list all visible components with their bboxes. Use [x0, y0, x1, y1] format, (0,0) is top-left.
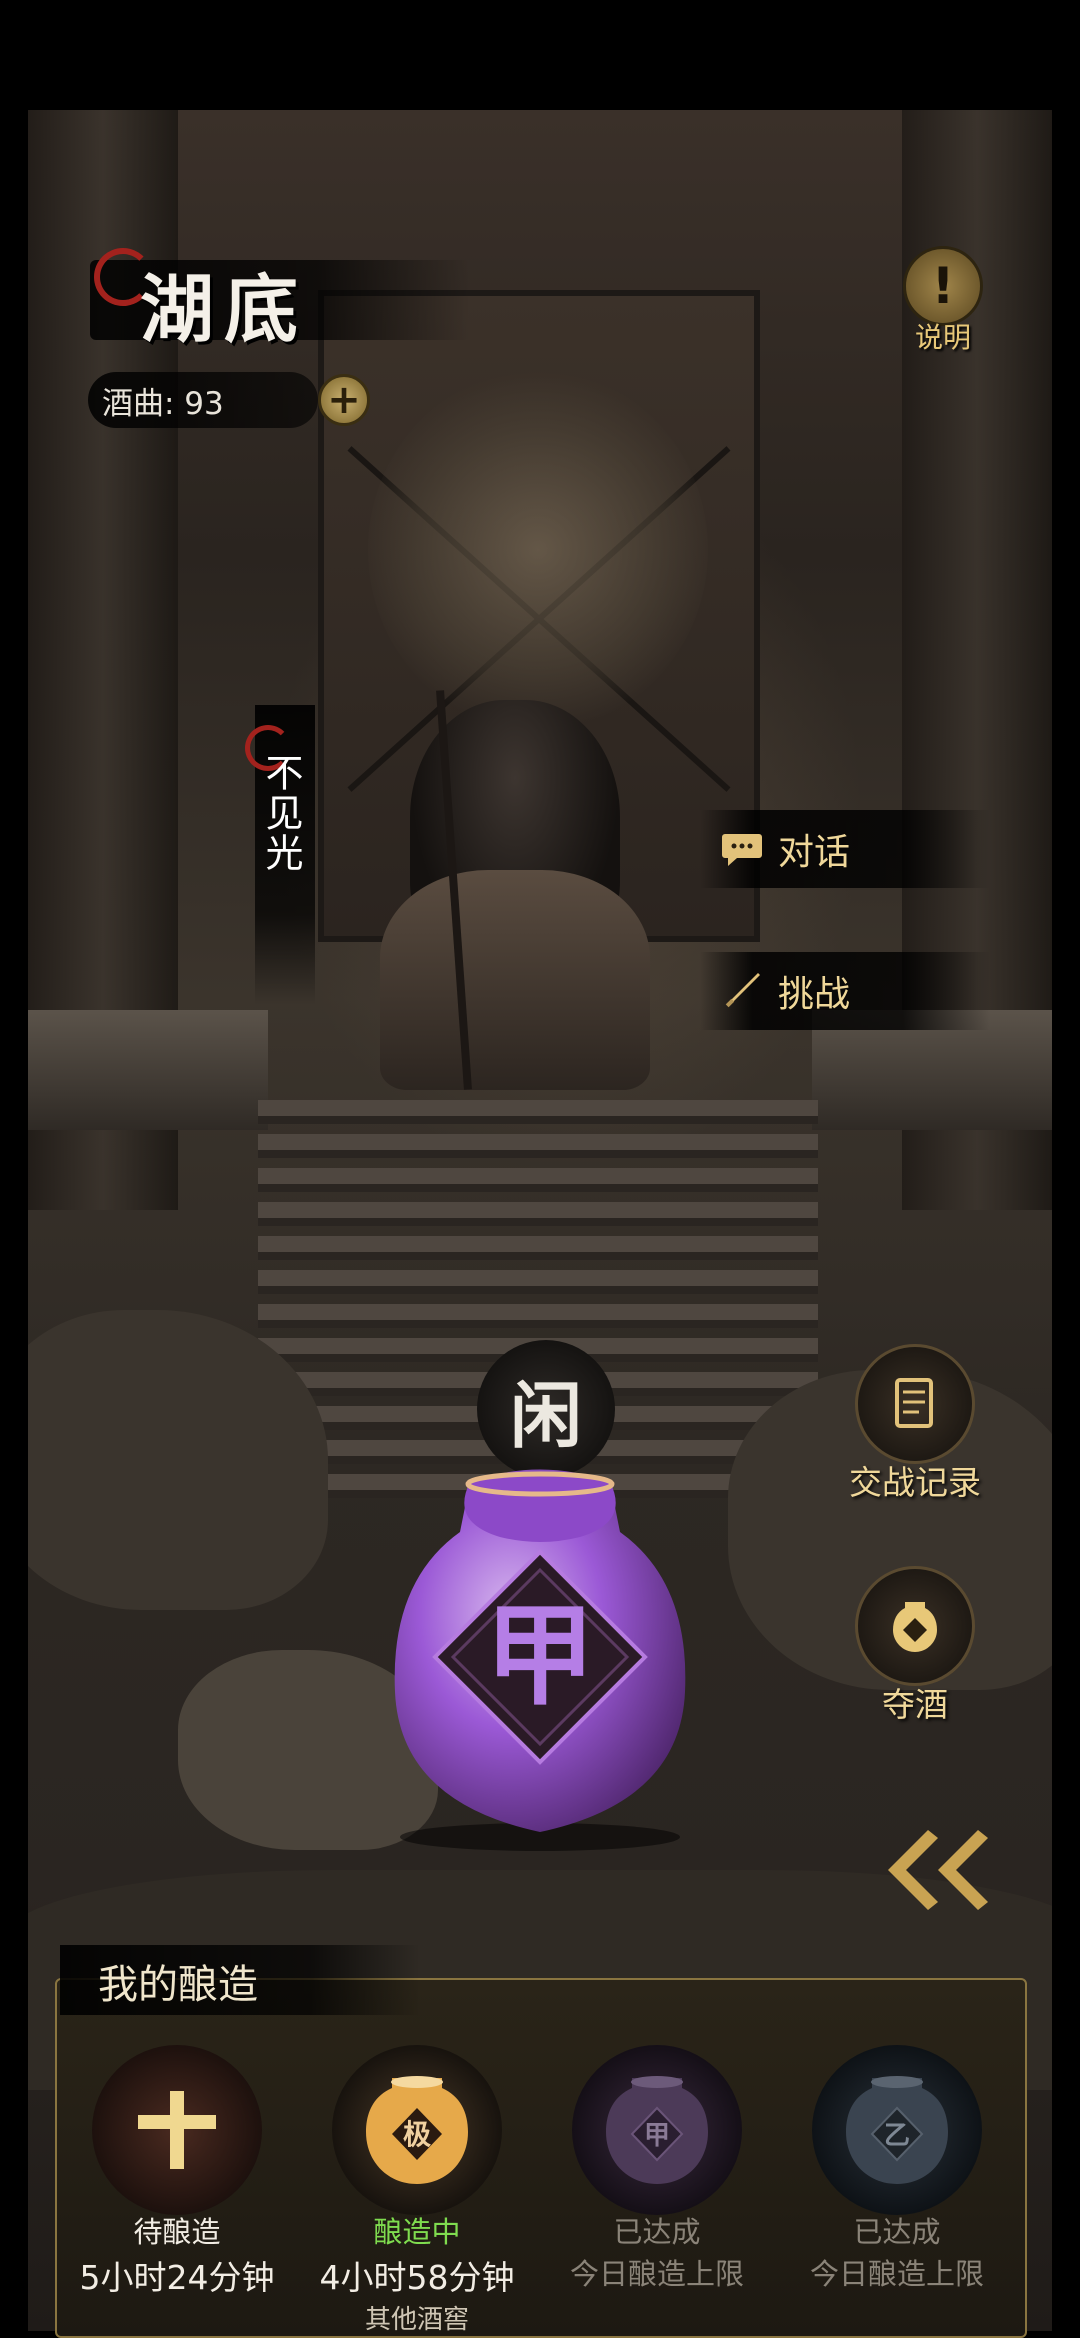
currency-label: 酒曲: 93: [102, 385, 224, 422]
brewing-slot-4[interactable]: 乙 已达成 今日酿造上限: [787, 2045, 1007, 2293]
brewing-slot-3[interactable]: 甲 已达成 今日酿造上限: [547, 2045, 767, 2293]
slot-status: 已达成: [613, 2215, 701, 2249]
talk-label: 对话: [778, 832, 851, 873]
location-header: 湖底: [90, 240, 470, 360]
slot-time: 5小时24分钟: [79, 2258, 275, 2297]
exclamation-icon: !: [903, 246, 983, 326]
slot-time: 今日酿造上限: [809, 2257, 984, 2291]
slot-status: 酿造中: [373, 2215, 461, 2249]
slot-time: 4小时58分钟: [319, 2258, 515, 2297]
slot-time: 今日酿造上限: [569, 2257, 744, 2291]
left-ledge: [28, 1010, 268, 1130]
sword-icon: [720, 972, 764, 1010]
seize-wine-label: 夺酒: [882, 1685, 948, 1724]
idle-status-badge: 闲: [477, 1340, 615, 1478]
chat-bubble-icon: [720, 830, 764, 868]
stair: [258, 1134, 818, 1158]
challenge-label: 挑战: [778, 974, 851, 1015]
npc-name-tag: 不见光: [245, 705, 320, 1015]
talk-button[interactable]: 对话: [700, 810, 990, 888]
stair: [258, 1304, 818, 1328]
stair: [258, 1270, 818, 1294]
jar-mark: 甲: [644, 2121, 670, 2151]
slot-status: 已达成: [853, 2215, 941, 2249]
stair: [258, 1100, 818, 1124]
stair: [258, 1202, 818, 1226]
challenge-button[interactable]: 挑战: [700, 952, 990, 1030]
help-label: 说明: [914, 321, 971, 354]
brewing-panel-title: 我的酿造: [98, 1962, 258, 2008]
jar-mark: 乙: [884, 2121, 910, 2151]
plus-icon: +: [327, 377, 361, 423]
npc-robe: [380, 870, 650, 1090]
slot-status: 待酿造: [133, 2215, 221, 2249]
slot-sub: 其他酒窖: [364, 2305, 469, 2335]
stair: [258, 1236, 818, 1260]
scroll-icon: [855, 1344, 975, 1464]
jar-grade-mark: 甲: [485, 1591, 595, 1720]
jar-mark: 极: [403, 2118, 431, 2151]
plus-icon: [92, 2045, 262, 2215]
dragon-carving: [368, 370, 708, 730]
location-title: 湖底: [140, 267, 308, 353]
brewing-slot-1[interactable]: 待酿造 5小时24分钟: [67, 2045, 287, 2299]
npc-name: 不见光: [259, 753, 303, 873]
wine-jar-icon: 乙: [812, 2045, 982, 2215]
wine-jar-icon: 甲: [572, 2045, 742, 2215]
wine-jar-icon: [855, 1566, 975, 1686]
add-currency-button[interactable]: +: [318, 374, 370, 426]
double-chevron-left-icon: [888, 1830, 988, 1910]
npc-character[interactable]: [370, 690, 660, 1100]
seize-wine-button[interactable]: 夺酒: [830, 1566, 1000, 1726]
wine-jar-icon: 极: [332, 2045, 502, 2215]
battle-record-label: 交战记录: [849, 1463, 981, 1502]
brewing-slot-2[interactable]: 极 酿造中 4小时58分钟 其他酒窖: [307, 2045, 527, 2336]
stair: [258, 1168, 818, 1192]
help-button[interactable]: ! 说明: [898, 246, 988, 356]
collapse-arrows-button[interactable]: [858, 1820, 998, 1920]
currency-display: 酒曲: 93: [88, 372, 318, 428]
wine-jar[interactable]: 甲: [380, 1462, 700, 1852]
battle-record-button[interactable]: 交战记录: [830, 1344, 1000, 1504]
